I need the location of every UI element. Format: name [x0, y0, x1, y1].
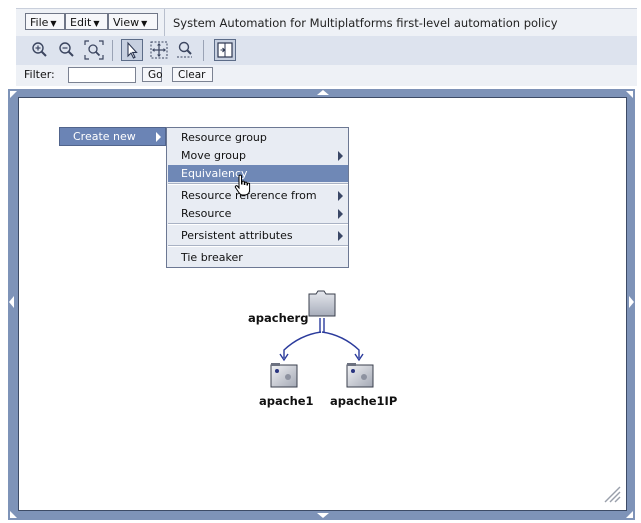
menu-item-resource[interactable]: Resource	[168, 205, 348, 222]
hand-cursor-icon	[234, 174, 251, 196]
resource-icon[interactable]	[270, 363, 298, 388]
menu-item-label: Move group	[181, 149, 246, 162]
menu-item-move-group[interactable]: Move group	[168, 147, 348, 164]
menu-separator	[168, 183, 348, 185]
menu-item-resource-group[interactable]: Resource group	[168, 129, 348, 146]
menu-item-label: Resource	[181, 207, 232, 220]
resource-icon[interactable]	[346, 363, 374, 388]
menu-item-equivalency[interactable]: Equivalency	[168, 165, 348, 182]
menu-item-resource-reference-from[interactable]: Resource reference from	[168, 187, 348, 204]
submenu-arrow-icon	[338, 191, 343, 201]
menu-item-persistent-attributes[interactable]: Persistent attributes	[168, 227, 348, 244]
create-new-submenu: Resource group Move group Equivalency Re…	[166, 127, 349, 268]
resource-node-label[interactable]: apache1	[259, 394, 314, 408]
menu-separator	[168, 223, 348, 225]
submenu-arrow-icon	[156, 132, 161, 142]
menu-item-label: Tie breaker	[181, 251, 243, 264]
menu-separator	[168, 245, 348, 247]
create-new-label: Create new	[73, 130, 136, 143]
submenu-arrow-icon	[338, 151, 343, 161]
create-new-menu-item[interactable]: Create new	[59, 127, 166, 146]
group-node-label[interactable]: apacherg	[248, 311, 308, 325]
menu-item-label: Persistent attributes	[181, 229, 293, 242]
resource-node-label[interactable]: apache1IP	[330, 394, 397, 408]
menu-item-tie-breaker[interactable]: Tie breaker	[168, 249, 348, 266]
submenu-arrow-icon	[338, 209, 343, 219]
submenu-arrow-icon	[338, 231, 343, 241]
folder-icon[interactable]	[308, 290, 336, 317]
menu-item-label: Resource group	[181, 131, 267, 144]
